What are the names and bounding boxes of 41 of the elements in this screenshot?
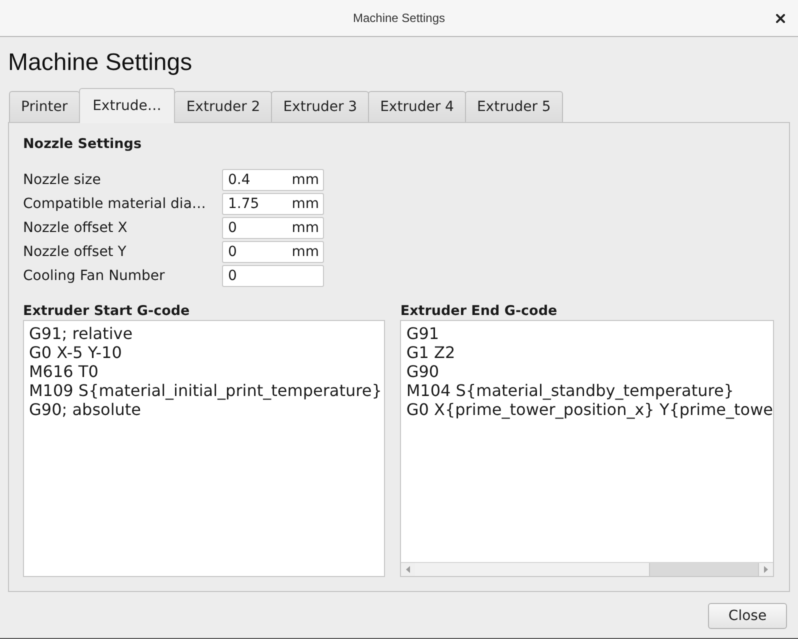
gcode-text: G91; relative G0 X-5 Y-10 M616 T0 M109 S{material_initial_print_temperature} G90; absolute	[28, 323, 382, 421]
number-field[interactable]: 0.4 mm	[222, 169, 324, 191]
field-label: Nozzle offset X	[23, 218, 128, 238]
close-button[interactable]: Close	[708, 603, 787, 629]
unit-label: mm	[292, 242, 319, 262]
tab[interactable]: Extruder 5	[464, 91, 563, 122]
close-icon	[776, 14, 785, 22]
gcode-text: G91 G1 Z2 G90 M104 S{material_standby_temperature} G0 X{prime_tower_position_x} Y{prime_towe	[405, 323, 773, 421]
editor-title: Extruder End G-code	[400, 303, 558, 319]
scrollbar-thumb[interactable]	[649, 563, 759, 576]
number-field[interactable]: 1.75 mm	[222, 193, 324, 215]
tab[interactable]: Extrude…	[78, 88, 176, 123]
field-value: 1.75	[228, 194, 260, 214]
field-value: 0	[228, 242, 237, 262]
dialog-heading: Machine Settings	[8, 48, 194, 78]
field-label: Nozzle size	[23, 170, 102, 190]
field-label: Nozzle offset Y	[23, 242, 128, 262]
field-value: 0	[228, 266, 237, 286]
editor-title: Extruder Start G-code	[23, 303, 191, 319]
section-title: Nozzle Settings	[23, 135, 142, 153]
unit-label: mm	[292, 218, 319, 238]
right-triangle-icon	[764, 566, 768, 573]
window-title: Machine Settings	[352, 10, 446, 27]
tab[interactable]: Printer	[9, 91, 80, 122]
field-label: Cooling Fan Number	[23, 266, 166, 286]
tab[interactable]: Extruder 4	[368, 91, 466, 122]
left-triangle-icon	[406, 566, 410, 573]
number-field[interactable]: 0 mm	[222, 217, 324, 239]
unit-label: mm	[292, 170, 319, 190]
number-field[interactable]: 0 mm	[222, 241, 324, 263]
horizontal-scrollbar[interactable]	[401, 562, 773, 576]
field-value: 0.4	[228, 170, 250, 190]
unit-label: mm	[292, 194, 319, 214]
number-field[interactable]: 0	[222, 265, 324, 287]
close-window-button[interactable]	[776, 14, 785, 22]
gcode-editor[interactable]: G91 G1 Z2 G90 M104 S{material_standby_temperature} G0 X{prime_tower_position_x} Y{prime_towe	[400, 320, 774, 577]
tab[interactable]: Extruder 3	[271, 91, 370, 122]
field-label: Compatible material dia…	[23, 194, 207, 214]
gcode-editor[interactable]: G91; relative G0 X-5 Y-10 M616 T0 M109 S{material_initial_print_temperature} G90; absolute	[23, 320, 386, 577]
field-value: 0	[228, 218, 237, 238]
tab[interactable]: Extruder 2	[174, 91, 272, 122]
